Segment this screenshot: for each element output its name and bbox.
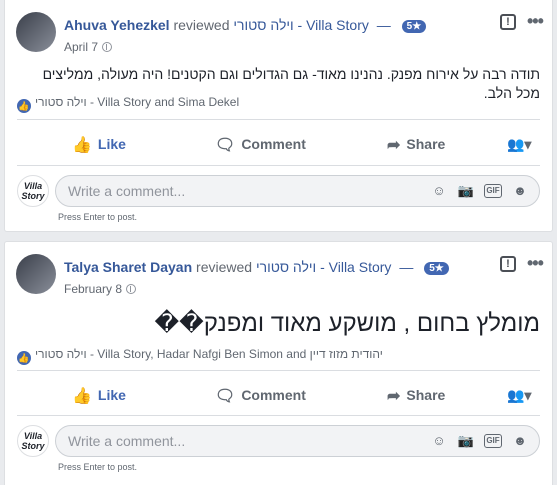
flag-icon[interactable]: ! (500, 256, 516, 272)
author-name[interactable]: Ahuva Yehezkel (64, 17, 170, 33)
comment-icon: 🗨 (215, 137, 236, 154)
post-header: Talya Sharet Dayan reviewed וילה סטורי -… (5, 242, 552, 296)
post-date[interactable]: February 8 (64, 282, 122, 296)
post-date[interactable]: April 7 (64, 40, 98, 54)
post-hint: Press Enter to post. (58, 462, 138, 472)
like-reaction-icon: 👍 (17, 99, 31, 113)
comment-input[interactable] (68, 433, 368, 449)
author-line: Talya Sharet Dayan reviewed וילה סטורי -… (64, 259, 449, 275)
post-hint: Press Enter to post. (58, 212, 138, 222)
review-verb: reviewed (196, 259, 253, 275)
like-label: Like (97, 387, 126, 403)
reaction-names: וילה סטורי - Villa Story, Hadar Nafgi Be… (35, 347, 383, 361)
reaction-names: וילה סטורי - Villa Story and Sima Dekel (35, 95, 240, 109)
more-icon[interactable]: ••• (527, 254, 544, 272)
separator-dash: — (376, 17, 391, 33)
action-bar: 👍 Like 🗨 Comment ➦ Share 👥▾ (17, 379, 540, 411)
reaction-summary[interactable]: 👍 וילה סטורי - Villa Story and Sima Dekel (17, 95, 239, 113)
gif-icon[interactable]: GIF (484, 184, 502, 198)
post-date-line: February 8 (64, 282, 137, 296)
share-icon: ➦ (387, 137, 401, 154)
like-button[interactable]: 👍 Like (72, 379, 126, 411)
comment-label: Comment (241, 387, 306, 403)
author-line: Ahuva Yehezkel reviewed וילה סטורי - Vil… (64, 17, 427, 33)
thumbs-up-icon: 👍 (72, 137, 92, 154)
like-button[interactable]: 👍 Like (72, 128, 126, 160)
post-header: Ahuva Yehezkel reviewed וילה סטורי - Vil… (5, 0, 552, 54)
post-card: Ahuva Yehezkel reviewed וילה סטורי - Vil… (4, 0, 553, 232)
flag-icon[interactable]: ! (500, 14, 516, 30)
comment-composer: Villa Story ☺ 📷 GIF ☻ Press Enter to post. (17, 421, 540, 477)
author-name[interactable]: Talya Sharet Dayan (64, 259, 192, 275)
comment-box-icons: ☺ 📷 GIF ☻ (421, 182, 529, 200)
share-label: Share (406, 387, 446, 403)
like-label: Like (97, 136, 126, 152)
camera-icon[interactable]: 📷 (457, 432, 475, 450)
page-link[interactable]: וילה סטורי - Villa Story (256, 259, 391, 275)
divider (17, 370, 540, 371)
camera-icon[interactable]: 📷 (457, 182, 475, 200)
share-label: Share (406, 136, 446, 152)
author-avatar[interactable] (16, 12, 56, 52)
author-avatar[interactable] (16, 254, 56, 294)
divider (17, 415, 540, 416)
sticker-icon[interactable]: ☻ (511, 182, 529, 200)
share-button[interactable]: ➦ Share (387, 128, 445, 160)
comment-icon: 🗨 (215, 388, 236, 405)
post-text: מומלץ בחום , מושקע מאוד ומפנק�� (154, 310, 540, 337)
like-reaction-icon: 👍 (17, 351, 31, 365)
page-avatar[interactable]: Villa Story (17, 175, 49, 207)
reaction-picker-icon[interactable]: 👥▾ (507, 128, 531, 160)
comment-label: Comment (241, 136, 306, 152)
emoji-icon[interactable]: ☺ (430, 432, 448, 450)
reaction-picker-icon[interactable]: 👥▾ (507, 379, 531, 411)
page-avatar[interactable]: Villa Story (17, 425, 49, 457)
globe-icon (102, 42, 113, 52)
comment-button[interactable]: 🗨 Comment (215, 379, 306, 411)
gif-icon[interactable]: GIF (484, 434, 502, 448)
rating-badge: 5★ (401, 20, 427, 33)
emoji-icon[interactable]: ☺ (430, 182, 448, 200)
globe-icon (126, 284, 137, 294)
action-bar: 👍 Like 🗨 Comment ➦ Share 👥▾ (17, 128, 540, 160)
comment-button[interactable]: 🗨 Comment (215, 128, 306, 160)
divider (17, 119, 540, 120)
thumbs-up-icon: 👍 (72, 388, 92, 405)
comment-box[interactable]: ☺ 📷 GIF ☻ (55, 175, 540, 207)
review-verb: reviewed (173, 17, 230, 33)
reaction-summary[interactable]: 👍 וילה סטורי - Villa Story, Hadar Nafgi B… (17, 347, 383, 365)
comment-composer: Villa Story ☺ 📷 GIF ☻ Press Enter to post. (17, 171, 540, 227)
post-date-line: April 7 (64, 40, 113, 54)
divider (17, 165, 540, 166)
comment-box[interactable]: ☺ 📷 GIF ☻ (55, 425, 540, 457)
comment-box-icons: ☺ 📷 GIF ☻ (421, 432, 529, 450)
page-link[interactable]: וילה סטורי - Villa Story (233, 17, 368, 33)
sticker-icon[interactable]: ☻ (511, 432, 529, 450)
comment-input[interactable] (68, 183, 368, 199)
separator-dash: — (399, 259, 414, 275)
post-card: Talya Sharet Dayan reviewed וילה סטורי -… (4, 241, 553, 485)
share-button[interactable]: ➦ Share (387, 379, 445, 411)
rating-badge: 5★ (424, 262, 449, 275)
more-icon[interactable]: ••• (527, 12, 544, 30)
share-icon: ➦ (387, 388, 401, 405)
